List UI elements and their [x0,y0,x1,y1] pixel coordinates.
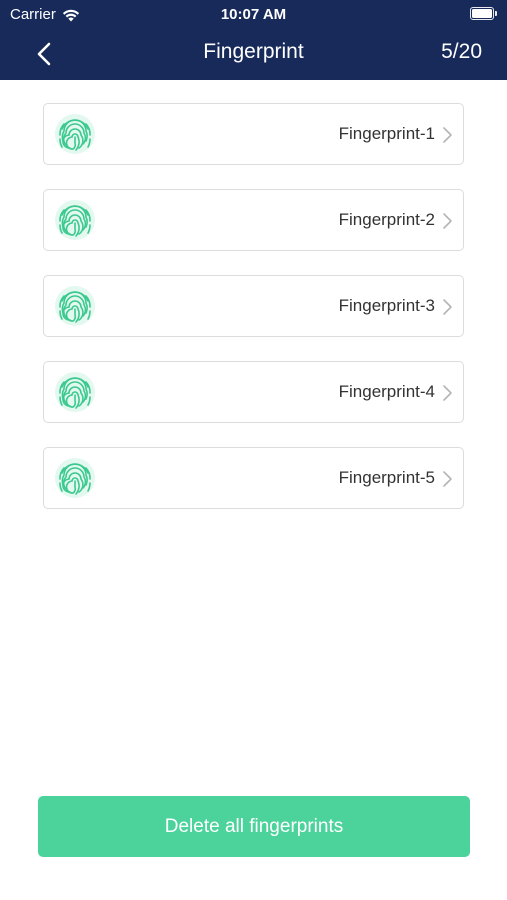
fingerprint-item-4[interactable]: Fingerprint-4 [43,361,464,423]
page-title: Fingerprint [203,40,304,63]
fingerprint-screen: Carrier 10:07 AM Fingerprint 5/20 Finger… [0,0,507,900]
nav-bar: Fingerprint 5/20 [0,28,507,80]
chevron-right-icon [443,127,452,143]
chevron-right-icon [443,385,452,401]
header: Carrier 10:07 AM Fingerprint 5/20 [0,0,507,80]
chevron-right-icon [443,299,452,315]
fingerprint-icon [55,458,95,498]
fingerprint-item-2[interactable]: Fingerprint-2 [43,189,464,251]
battery-icon [470,7,497,20]
fingerprint-label: Fingerprint-1 [338,124,435,143]
fingerprint-list: Fingerprint-1 Fingerprint-2 Fingerprint-… [43,103,464,533]
fingerprint-item-5[interactable]: Fingerprint-5 [43,447,464,509]
chevron-right-icon [443,213,452,229]
fingerprint-label: Fingerprint-4 [338,382,435,401]
fingerprint-label: Fingerprint-5 [338,468,435,487]
chevron-right-icon [443,471,452,487]
status-time: 10:07 AM [220,6,287,23]
fingerprint-item-1[interactable]: Fingerprint-1 [43,103,464,165]
fingerprint-count: 5/20 [441,40,482,63]
fingerprint-icon [55,372,95,412]
fingerprint-icon [55,114,95,154]
status-bar: Carrier 10:07 AM [0,0,507,28]
fingerprint-label: Fingerprint-2 [338,210,435,229]
fingerprint-item-3[interactable]: Fingerprint-3 [43,275,464,337]
fingerprint-label: Fingerprint-3 [338,296,435,315]
fingerprint-icon [55,286,95,326]
fingerprint-icon [55,200,95,240]
delete-all-button[interactable]: Delete all fingerprints [38,796,470,857]
